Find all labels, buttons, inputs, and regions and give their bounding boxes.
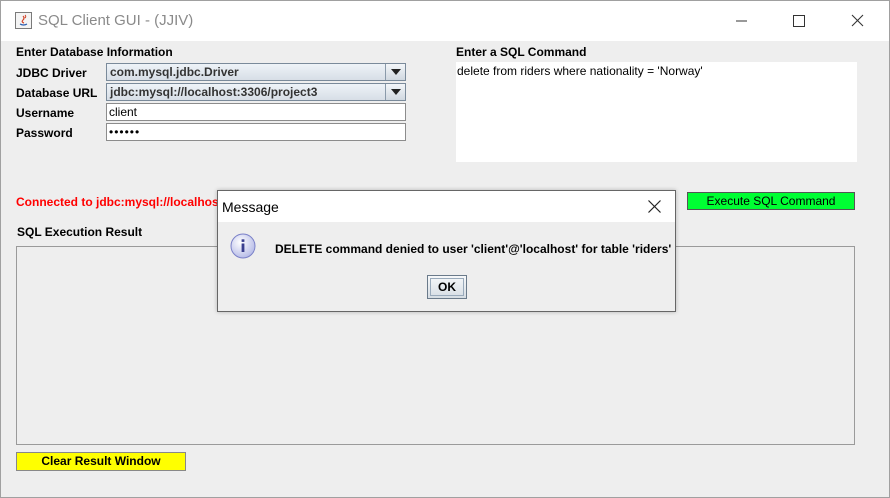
connection-status: Connected to jdbc:mysql://localhost [16, 195, 223, 209]
chevron-down-icon[interactable] [385, 64, 405, 80]
close-icon[interactable] [850, 13, 866, 29]
minimize-icon[interactable] [734, 13, 750, 29]
sql-command-heading: Enter a SQL Command [456, 45, 587, 59]
clear-result-button[interactable]: Clear Result Window [16, 452, 186, 471]
main-window: SQL Client GUI - (JJIV) Enter Database I… [0, 0, 890, 498]
java-app-icon [15, 12, 32, 29]
message-dialog: Message DELETE command denied to user 'c… [217, 190, 676, 312]
chevron-down-icon[interactable] [385, 84, 405, 100]
dialog-title: Message [222, 199, 279, 215]
maximize-icon[interactable] [791, 13, 807, 29]
ok-button-label: OK [430, 278, 464, 296]
database-url-select[interactable]: jdbc:mysql://localhost:3306/project3 [106, 83, 406, 101]
password-label: Password [16, 126, 73, 140]
database-url-label: Database URL [16, 86, 98, 100]
dialog-title-bar: Message [218, 191, 675, 222]
sql-command-input[interactable]: delete from riders where nationality = '… [456, 62, 857, 162]
dialog-message: DELETE command denied to user 'client'@'… [275, 242, 672, 256]
execute-sql-button[interactable]: Execute SQL Command [687, 192, 855, 210]
window-title: SQL Client GUI - (JJIV) [38, 12, 194, 29]
ok-button[interactable]: OK [427, 275, 467, 299]
username-label: Username [16, 106, 75, 120]
jdbc-driver-label: JDBC Driver [16, 66, 87, 80]
jdbc-driver-value: com.mysql.jdbc.Driver [110, 65, 239, 79]
info-icon [230, 233, 256, 259]
result-heading: SQL Execution Result [17, 225, 143, 239]
database-url-value: jdbc:mysql://localhost:3306/project3 [110, 85, 318, 99]
jdbc-driver-select[interactable]: com.mysql.jdbc.Driver [106, 63, 406, 81]
db-info-heading: Enter Database Information [16, 45, 173, 59]
password-field[interactable]: •••••• [106, 123, 406, 141]
title-bar: SQL Client GUI - (JJIV) [1, 1, 889, 41]
close-icon[interactable] [647, 199, 662, 214]
username-field[interactable]: client [106, 103, 406, 121]
